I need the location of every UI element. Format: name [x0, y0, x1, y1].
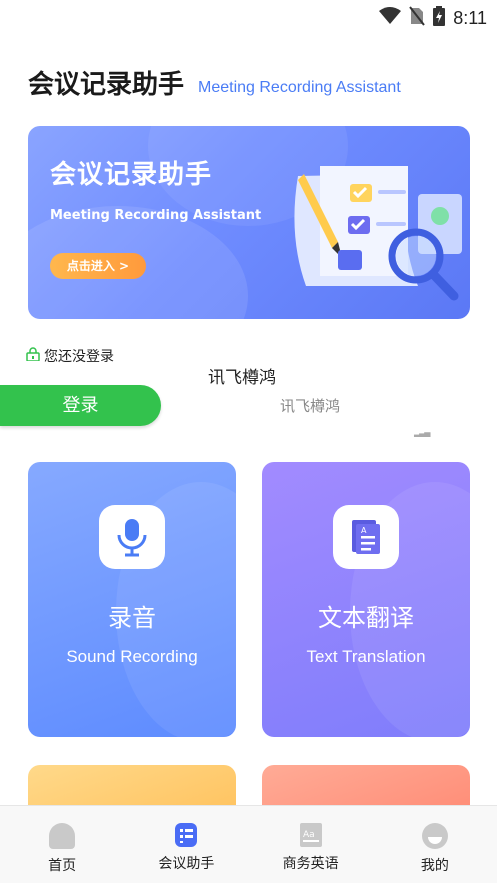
card-title: 录音 [108, 604, 156, 632]
brand-name: 讯飞樽鸿 [208, 368, 276, 388]
wifi-icon [379, 7, 402, 29]
status-bar: 8:11 [0, 0, 497, 36]
login-button[interactable]: 登录 [0, 385, 161, 426]
sound-recording-card[interactable]: 录音 Sound Recording [28, 462, 236, 737]
dictionary-icon: Aa [299, 823, 322, 847]
document-illustration-icon [258, 146, 468, 311]
battery-icon [433, 6, 446, 30]
page-subtitle: Meeting Recording Assistant [198, 79, 401, 96]
home-icon [49, 823, 76, 849]
bottom-tab-bar: 首页 会议助手 Aa 商务英语 我的 [0, 805, 497, 883]
hero-banner[interactable]: 会议记录助手 Meeting Recording Assistant 点击进入 … [28, 126, 470, 319]
profile-icon [421, 823, 448, 849]
banner-subtitle: Meeting Recording Assistant [50, 208, 262, 223]
tab-label: 会议助手 [158, 856, 215, 872]
tab-profile[interactable]: 我的 [373, 806, 497, 883]
meeting-list-icon [175, 823, 198, 847]
signal-dots-icon: ▂▃▄ [414, 428, 431, 437]
status-time: 8:11 [453, 7, 487, 28]
tab-business-english[interactable]: Aa 商务英语 [249, 806, 373, 883]
tab-label: 我的 [420, 858, 449, 874]
tab-label: 商务英语 [282, 856, 339, 872]
login-status: 您还没登录 [26, 346, 114, 366]
page-title: 会议记录助手 [28, 70, 185, 100]
tab-label: 首页 [48, 858, 77, 874]
document-icon: A [333, 505, 399, 569]
login-status-text: 您还没登录 [44, 349, 114, 365]
microphone-icon [99, 505, 165, 569]
card-subtitle: Text Translation [306, 647, 426, 666]
text-translation-card[interactable]: A 文本翻译 Text Translation [262, 462, 470, 737]
no-sim-icon [409, 6, 426, 30]
card-title: 文本翻译 [318, 604, 414, 632]
tab-home[interactable]: 首页 [0, 806, 124, 883]
card-subtitle: Sound Recording [66, 647, 198, 666]
svg-text:A: A [361, 526, 367, 535]
svg-text:Aa: Aa [303, 830, 315, 840]
tab-meeting-assistant[interactable]: 会议助手 [124, 806, 248, 883]
lock-icon [26, 347, 40, 365]
banner-title: 会议记录助手 [50, 160, 213, 190]
banner-enter-button[interactable]: 点击进入 > [50, 253, 146, 279]
brand-name-secondary: 讯飞樽鸿 [280, 397, 341, 415]
